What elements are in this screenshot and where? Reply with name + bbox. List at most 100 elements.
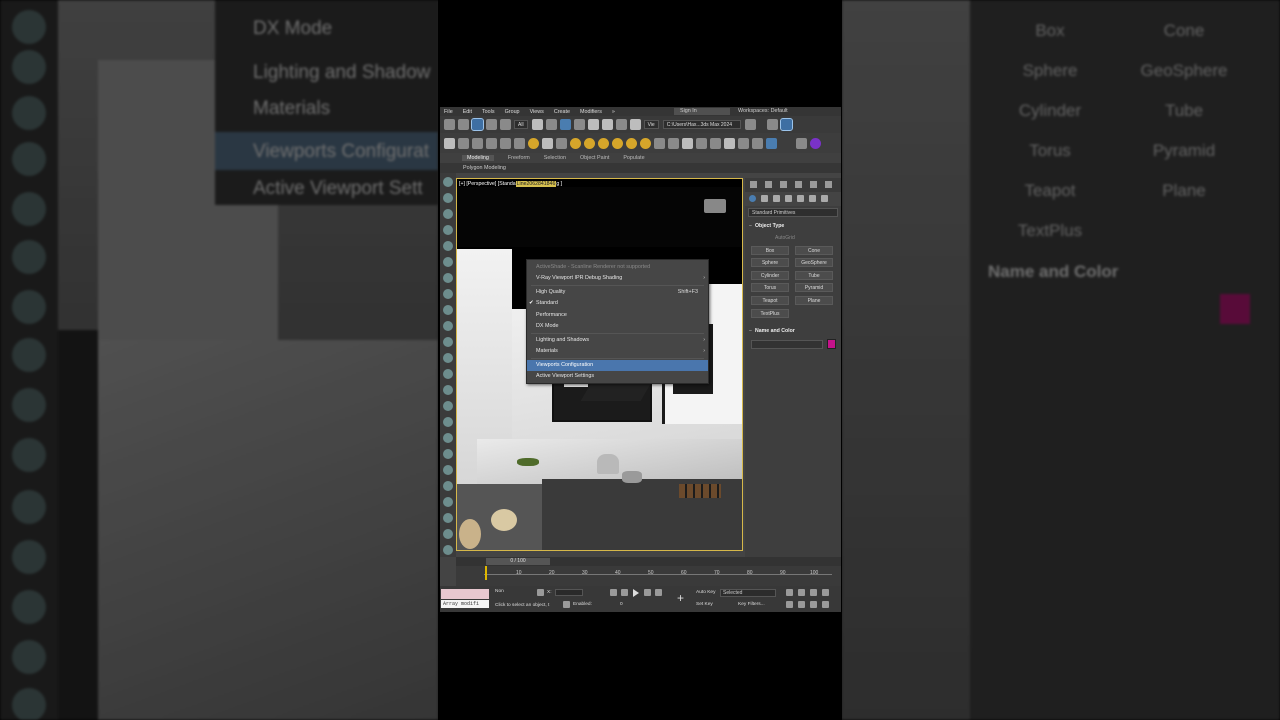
menu-views[interactable]: Views [530,109,544,115]
prev-frame-icon[interactable] [621,589,628,596]
snap-icon[interactable] [443,385,453,395]
tube-button[interactable]: Tube [795,271,833,280]
layer-icon[interactable] [443,353,453,363]
shape-icon[interactable] [443,257,453,267]
object-color-swatch[interactable] [827,339,836,349]
toggle-panel-icon[interactable] [779,118,793,131]
viewport-label[interactable]: [+] [Perspective] [StandaLine2062841846g… [459,181,562,187]
teapot-button[interactable]: Teapot [751,296,789,305]
teapot-small-icon[interactable] [443,417,453,427]
motion-tab-icon[interactable] [795,181,802,188]
set-key-button[interactable]: Set Key [696,602,713,607]
ribbon-panel[interactable]: Polygon Modeling [440,163,841,173]
menu-item-standard[interactable]: ✔ Standard [527,298,708,309]
maxscript-listener[interactable] [441,589,489,599]
menu-tools[interactable]: Tools [482,109,495,115]
lights-category-icon[interactable] [773,195,780,202]
redo-icon[interactable] [458,119,469,130]
tab-object-paint[interactable]: Object Paint [580,155,609,161]
box-button[interactable]: Box [751,246,789,255]
scene-explorer-icon[interactable] [443,337,453,347]
frame-field[interactable]: 0 [620,602,623,607]
select-object-icon[interactable] [531,119,543,130]
vray-sun-icon[interactable] [640,137,651,149]
menu-item-materials[interactable]: Materials › [527,346,708,357]
ies-light-icon[interactable] [612,137,623,149]
key-selection-dropdown[interactable]: Selected [720,589,776,597]
vray-light-icon[interactable] [528,137,539,149]
time-slider[interactable]: 0 / 100 [486,558,550,565]
camera-icon[interactable] [443,241,453,251]
torus-button[interactable]: Torus [751,283,789,292]
cone-button[interactable]: Cone [795,246,833,255]
toolbar-end-icon[interactable] [766,119,778,130]
sphere-light-icon[interactable] [598,137,609,149]
info-icon[interactable] [443,433,453,443]
modify-tab-icon[interactable] [765,181,772,188]
goto-start-icon[interactable] [610,589,617,596]
sign-in-button[interactable]: Sign In [674,108,730,115]
vray-sphere-icon[interactable] [682,137,693,149]
light-bulb-icon[interactable] [443,225,453,235]
shapes-category-icon[interactable] [761,195,768,202]
toolbar-overflow-icon[interactable] [744,119,756,130]
auto-key-button[interactable]: Auto Key [696,590,715,595]
zoom-all-icon[interactable] [798,589,805,596]
spacewarps-category-icon[interactable] [809,195,816,202]
scene-converter-icon[interactable] [710,137,721,149]
autogrid-checkbox[interactable]: AutoGrid [775,235,795,241]
geosphere-button[interactable]: GeoSphere [795,258,833,267]
time-cursor[interactable] [485,566,487,580]
material-editor-icon[interactable] [458,137,469,149]
frame-buffer-icon[interactable] [724,137,735,149]
rotate-icon[interactable] [601,119,613,130]
menu-item-viewports-configuration[interactable]: Viewports Configuration [527,360,708,371]
plugin-p-icon[interactable] [810,137,821,149]
scale-icon[interactable] [615,119,627,130]
name-color-rollout[interactable]: Name and Color [748,327,838,336]
mesh-export-icon[interactable] [696,137,707,149]
menu-item-lighting-shadows[interactable]: Lighting and Shadows › [527,335,708,346]
place-icon[interactable] [629,119,641,130]
goto-end-icon[interactable] [655,589,662,596]
render-frame-icon[interactable] [486,137,497,149]
tab-freeform[interactable]: Freeform [508,155,530,161]
geometry-category-icon[interactable] [749,195,756,202]
select-link-icon[interactable] [471,118,484,131]
cosmos-icon[interactable] [738,137,749,149]
set-key-plus-icon[interactable]: + [677,592,684,604]
vfb-icon[interactable] [766,137,777,149]
orbit-view-icon[interactable] [810,601,817,608]
plane-button[interactable]: Plane [795,296,833,305]
cylinder-button[interactable]: Cylinder [751,271,789,280]
menu-overflow[interactable]: » [612,109,615,115]
next-frame-icon[interactable] [644,589,651,596]
menu-create[interactable]: Create [554,109,570,115]
isolate-icon[interactable] [563,601,570,608]
workspaces-selector[interactable]: Workspaces: Default [738,108,788,115]
menu-item-high-quality[interactable]: High Quality Shift+F3 [527,287,708,298]
zoom-icon[interactable] [786,589,793,596]
create-tab-icon[interactable] [750,181,757,188]
display-tab-icon[interactable] [810,181,817,188]
dome-light-icon[interactable] [584,137,595,149]
create-icon[interactable] [443,177,453,187]
layout-grid-icon[interactable] [443,529,453,539]
world-icon[interactable] [443,481,453,491]
tab-modeling[interactable]: Modeling [462,155,494,161]
object-type-rollout[interactable]: Object Type [748,222,838,231]
fov-icon[interactable] [786,601,793,608]
play-icon[interactable] [633,589,639,597]
project-path-dropdown[interactable]: C:\Users\Hax...3ds Max 2024 [662,120,741,129]
helper-icon[interactable] [443,273,453,283]
asset-icon[interactable] [542,137,553,149]
select-by-name-icon[interactable] [545,119,557,130]
helpers-category-icon[interactable] [797,195,804,202]
textplus-button[interactable]: TextPlus [751,309,789,318]
zoom-extents-icon[interactable] [810,589,817,596]
viewport-icon[interactable] [443,465,453,475]
ambient-light-icon[interactable] [626,137,637,149]
lock-selection-icon[interactable] [537,589,544,596]
menu-file[interactable]: File [444,109,453,115]
move-icon[interactable] [587,119,599,130]
